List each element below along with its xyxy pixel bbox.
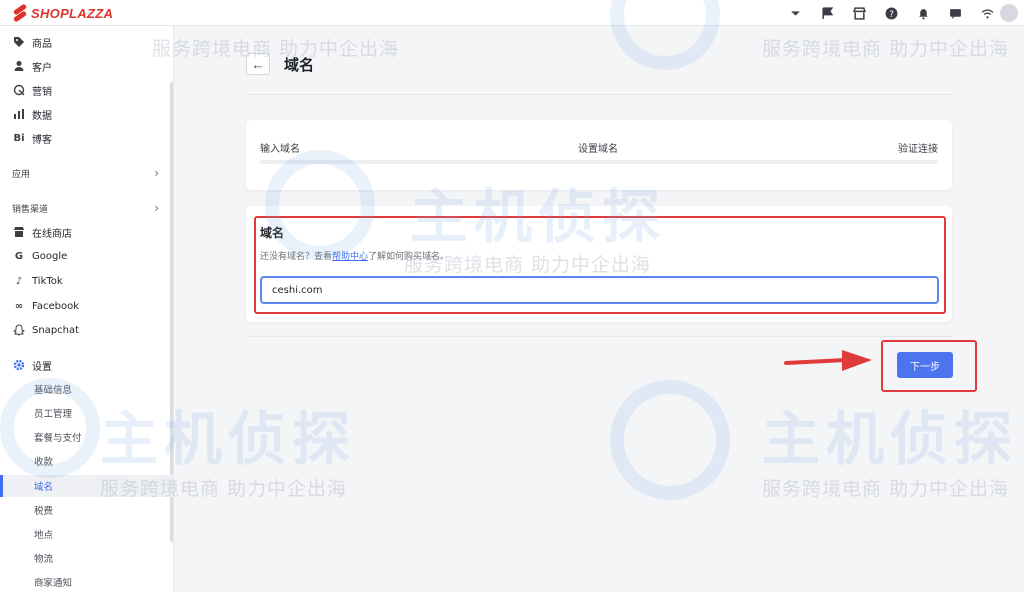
sub-label: 收款 <box>34 457 54 468</box>
settings-sub-payments[interactable]: 收款 <box>34 452 53 470</box>
settings-sub-staff[interactable]: 员工管理 <box>34 404 72 422</box>
wifi-icon[interactable] <box>980 6 994 20</box>
section-apps[interactable]: 应用 <box>12 165 30 181</box>
domain-input[interactable] <box>260 276 939 304</box>
sub-label: 地点 <box>34 530 54 541</box>
sidebar-item-online-store[interactable]: 在线商店 <box>12 222 72 242</box>
settings-sub-domain[interactable]: 域名 <box>34 477 53 495</box>
logo-text: SHOPLAZZA <box>31 5 114 21</box>
step-verify-connection: 验证连接 <box>898 144 938 155</box>
back-button[interactable]: ← <box>246 53 270 75</box>
sidebar-item-google[interactable]: G Google <box>12 246 67 266</box>
marketing-icon <box>12 83 26 97</box>
sub-label: 基础信息 <box>34 385 73 396</box>
settings-sub-shipping[interactable]: 物流 <box>34 549 53 567</box>
meta-icon: ∞ <box>14 300 24 312</box>
red-arrow-icon <box>784 350 872 371</box>
sidebar-item-label: 在线商店 <box>32 228 72 240</box>
hint-prefix: 还没有域名？查看 <box>260 252 333 262</box>
section-label: 应用 <box>12 169 31 180</box>
sidebar-item-label: 商品 <box>32 38 52 50</box>
settings-sub-notifications[interactable]: 商家通知 <box>34 573 72 591</box>
sub-label: 套餐与支付 <box>34 433 82 444</box>
sub-label: 域名 <box>34 482 54 493</box>
avatar[interactable] <box>1000 4 1018 22</box>
section-label: 销售渠道 <box>12 204 49 215</box>
sidebar-item-label: 设置 <box>32 361 52 373</box>
sidebar: 商品 客户 营销 数据 Bi 博客 应用 › 销售渠道 › 在线商店 G Goo… <box>0 26 174 592</box>
svg-text:?: ? <box>889 9 894 19</box>
gear-icon <box>12 358 26 372</box>
sub-label: 物流 <box>34 554 54 565</box>
help-icon[interactable]: ? <box>884 6 898 20</box>
chevron-right-icon[interactable]: › <box>154 165 159 181</box>
shoplazza-logo[interactable]: SHOPLAZZA <box>12 4 113 22</box>
flag-icon[interactable] <box>820 6 834 20</box>
sidebar-item-label: 营销 <box>32 86 52 98</box>
section-sales-channels[interactable]: 销售渠道 <box>12 200 48 216</box>
store-icon <box>12 225 26 239</box>
sidebar-item-label: 客户 <box>32 62 52 74</box>
settings-sub-taxes[interactable]: 税费 <box>34 501 53 519</box>
sidebar-item-facebook[interactable]: ∞ Facebook <box>12 296 79 316</box>
sidebar-item-blog[interactable]: Bi 博客 <box>12 128 52 148</box>
sidebar-item-label: Facebook <box>32 300 79 312</box>
sidebar-item-marketing[interactable]: 营销 <box>12 80 52 100</box>
sidebar-item-label: 数据 <box>32 110 52 122</box>
snapchat-icon <box>12 323 26 337</box>
active-indicator <box>0 475 3 497</box>
user-icon <box>12 59 26 73</box>
step-setup-domain: 设置域名 <box>578 144 618 155</box>
settings-sub-locations[interactable]: 地点 <box>34 525 53 543</box>
sub-label: 商家通知 <box>34 578 73 589</box>
sidebar-item-analytics[interactable]: 数据 <box>12 104 52 124</box>
sidebar-item-label: 博客 <box>32 134 52 146</box>
sidebar-item-label: TikTok <box>32 275 63 287</box>
shoplazza-logo-icon <box>12 5 28 21</box>
sidebar-scrollbar[interactable] <box>170 82 173 542</box>
arrow-left-icon: ← <box>251 56 265 72</box>
divider <box>246 94 952 95</box>
help-center-link[interactable]: 帮助中心 <box>332 249 368 262</box>
page-title: 域名 <box>284 55 315 74</box>
chevron-down-icon[interactable] <box>788 6 802 20</box>
tiktok-icon: ♪ <box>15 275 23 287</box>
divider <box>246 336 952 337</box>
blog-icon: Bi <box>13 132 25 144</box>
top-bar: SHOPLAZZA ? <box>0 0 1024 26</box>
step-progress-track <box>260 160 938 164</box>
store-icon[interactable] <box>852 6 866 20</box>
settings-sub-plan-payment[interactable]: 套餐与支付 <box>34 428 82 446</box>
chart-icon <box>12 107 26 121</box>
bell-icon[interactable] <box>916 6 930 20</box>
sub-label: 员工管理 <box>34 409 73 420</box>
next-step-button[interactable]: 下一步 <box>897 352 953 378</box>
sidebar-item-tiktok[interactable]: ♪ TikTok <box>12 271 63 291</box>
settings-sub-active-bg <box>0 475 173 497</box>
main-content: ← 域名 输入域名 设置域名 验证连接 域名 还没有域名？查看 帮助中心 了解如… <box>174 26 1024 592</box>
sidebar-item-label: Google <box>32 250 68 262</box>
domain-label: 域名 <box>260 226 285 240</box>
step-enter-domain: 输入域名 <box>260 144 300 155</box>
steps-card: 输入域名 设置域名 验证连接 <box>246 120 952 190</box>
chat-icon[interactable] <box>948 6 962 20</box>
google-icon: G <box>14 250 24 262</box>
tag-icon <box>12 35 26 49</box>
settings-sub-basic-info[interactable]: 基础信息 <box>34 380 72 398</box>
sidebar-item-snapchat[interactable]: Snapchat <box>12 320 79 340</box>
chevron-right-icon[interactable]: › <box>154 200 159 216</box>
sidebar-item-products[interactable]: 商品 <box>12 32 52 52</box>
domain-hint: 还没有域名？查看 帮助中心 了解如何购买域名。 <box>260 249 449 262</box>
domain-card: 域名 还没有域名？查看 帮助中心 了解如何购买域名。 <box>246 206 952 322</box>
sidebar-item-customers[interactable]: 客户 <box>12 56 52 76</box>
sub-label: 税费 <box>34 506 54 517</box>
sidebar-item-label: Snapchat <box>32 324 80 336</box>
hint-suffix: 了解如何购买域名。 <box>368 252 450 262</box>
sidebar-item-settings[interactable]: 设置 <box>12 355 52 375</box>
top-icons: ? <box>788 4 994 22</box>
